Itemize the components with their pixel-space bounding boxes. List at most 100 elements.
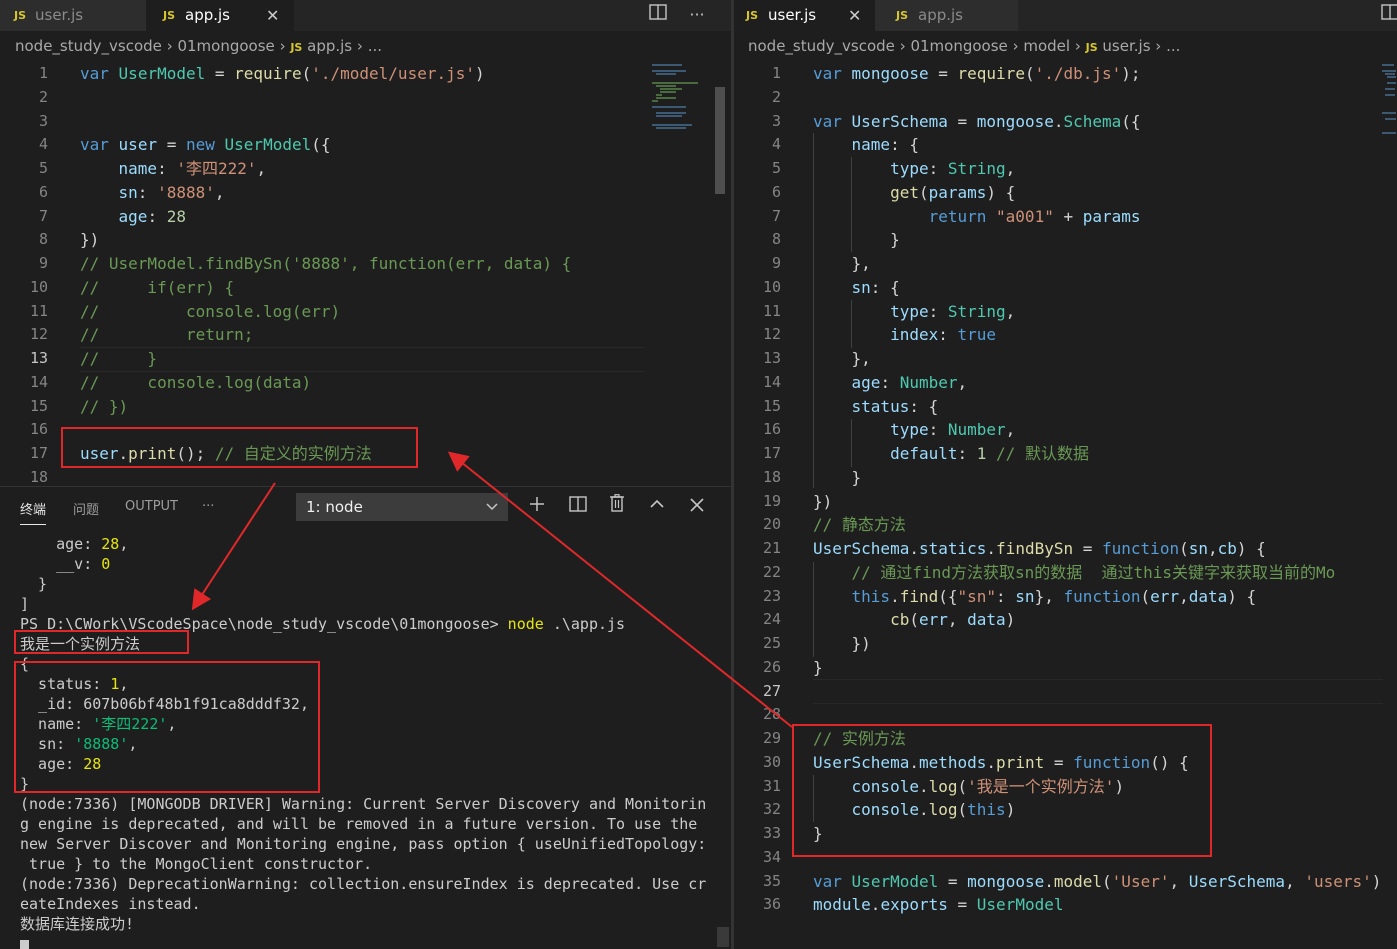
vertical-scrollbar[interactable] <box>713 62 727 195</box>
code-token: , <box>1169 871 1189 891</box>
code-line[interactable]: sn: '8888', <box>80 181 571 205</box>
breadcrumb-item[interactable]: 01mongoose <box>177 37 274 55</box>
code-token: . <box>986 539 997 558</box>
code-line[interactable]: age: 28 <box>80 205 571 229</box>
close-panel-icon[interactable] <box>685 493 709 521</box>
code-line[interactable]: name: '李四222', <box>80 157 571 181</box>
code-line[interactable]: type: Number, <box>813 418 1381 442</box>
more-actions-icon[interactable]: ··· <box>202 499 214 514</box>
close-icon[interactable]: ✕ <box>848 0 861 31</box>
breadcrumb-item[interactable]: ... <box>368 37 382 55</box>
code-line[interactable] <box>80 86 571 110</box>
code-line[interactable]: age: Number, <box>813 371 1381 395</box>
tab-user-js[interactable]: JS user.js ✕ <box>734 0 875 31</box>
code-line[interactable]: default: 1 // 默认数据 <box>813 442 1381 466</box>
breadcrumb-item[interactable]: 01mongoose <box>910 37 1007 55</box>
code-token: } <box>813 657 823 677</box>
code-line[interactable]: get(params) { <box>813 181 1381 205</box>
code-line[interactable]: // 通过find方法获取sn的数据 通过this关键字来获取当前的Mo <box>813 561 1381 585</box>
code-line[interactable]: // console.log(data) <box>80 371 571 395</box>
code-line[interactable]: }) <box>80 228 571 252</box>
code-line[interactable]: // console.log(err) <box>80 300 571 324</box>
terminal-line: (node:7336) [MONGODB DRIVER] Warning: Cu… <box>20 794 710 814</box>
tab-terminal[interactable]: 终端 <box>20 499 47 525</box>
code-line[interactable]: var mongoose = require('./db.js'); <box>813 62 1381 86</box>
breadcrumb-item[interactable]: node_study_vscode <box>15 37 162 55</box>
terminal-select[interactable]: 1: node <box>296 493 508 521</box>
split-editor-icon[interactable] <box>1379 0 1397 31</box>
current-line-highlight <box>813 679 1383 704</box>
code-line[interactable]: index: true <box>813 323 1381 347</box>
close-icon[interactable]: ✕ <box>266 0 279 31</box>
code-line[interactable]: } <box>813 466 1381 490</box>
code-editor[interactable]: 1 2 3 4 5 6 7 8 9 10 11 12 13 14 15 16 17 18 var UserMode… <box>0 62 731 486</box>
code-line[interactable]: type: String, <box>813 157 1381 181</box>
code-line[interactable]: } <box>813 228 1381 252</box>
breadcrumb-item[interactable]: model <box>1023 37 1070 55</box>
code-line[interactable]: // UserModel.findBySn('8888', function(e… <box>80 252 571 276</box>
code-area[interactable]: var UserModel = require('./model/user.js… <box>80 62 571 490</box>
split-editor-icon[interactable] <box>647 0 669 31</box>
add-terminal-icon[interactable] <box>525 493 549 521</box>
breadcrumb-item[interactable]: app.js <box>307 37 352 55</box>
trash-icon[interactable] <box>605 493 629 521</box>
code-line[interactable]: // return; <box>80 323 571 347</box>
tab-user-js[interactable]: JS user.js <box>0 0 146 31</box>
code-token: UserSchema <box>851 111 948 131</box>
tab-app-js[interactable]: JS app.js ✕ <box>146 0 294 31</box>
minimap[interactable] <box>648 62 708 152</box>
code-line[interactable]: UserSchema.statics.findBySn = function(s… <box>813 537 1381 561</box>
line-number: 22 <box>762 562 781 581</box>
maximize-panel-icon[interactable] <box>645 493 669 521</box>
code-line[interactable]: var UserModel = require('./model/user.js… <box>80 62 571 86</box>
code-line[interactable]: return "a001" + params <box>813 205 1381 229</box>
code-token: params <box>1082 206 1141 226</box>
code-line[interactable]: // }) <box>80 395 571 419</box>
code-token: + <box>1053 206 1083 226</box>
minimap[interactable] <box>1380 62 1397 142</box>
code-token: './model/user.js' <box>311 64 475 83</box>
code-line[interactable]: }) <box>813 632 1381 656</box>
code-line[interactable]: } <box>813 656 1381 680</box>
code-line[interactable] <box>813 86 1381 110</box>
code-line[interactable]: name: { <box>813 133 1381 157</box>
code-line[interactable]: type: String, <box>813 300 1381 324</box>
tab-app-js[interactable]: JS app.js <box>875 0 1018 31</box>
split-terminal-icon[interactable] <box>566 493 590 521</box>
code-token: var <box>813 64 842 83</box>
code-line[interactable]: var user = new UserModel({ <box>80 133 571 157</box>
code-line[interactable]: // 静态方法 <box>813 513 1381 537</box>
tab-output[interactable]: OUTPUT <box>125 499 178 514</box>
code-line[interactable]: }) <box>813 490 1381 514</box>
code-line[interactable]: sn: { <box>813 276 1381 300</box>
code-line[interactable]: }, <box>813 252 1381 276</box>
breadcrumb-item[interactable]: ... <box>1166 37 1180 55</box>
terminal-scrollbar[interactable] <box>717 927 729 947</box>
code-line[interactable]: cb(err, data) <box>813 608 1381 632</box>
line-number: 34 <box>762 847 781 866</box>
tab-label: user.js <box>35 6 84 24</box>
chevron-down-icon <box>486 493 498 532</box>
terminal-text: __v: <box>20 555 102 573</box>
code-line[interactable] <box>80 110 571 134</box>
code-token: , <box>1179 586 1189 606</box>
code-line[interactable]: // if(err) { <box>80 276 571 300</box>
code-line[interactable]: var UserModel = mongoose.model('User', U… <box>813 870 1381 894</box>
code-token: sn <box>1188 539 1208 558</box>
code-token: = <box>947 111 977 131</box>
code-line[interactable]: }, <box>813 347 1381 371</box>
code-line[interactable]: module.exports = UserModel <box>813 893 1381 917</box>
code-line[interactable]: this.find({"sn": sn}, function(err,data)… <box>813 585 1381 609</box>
code-line[interactable]: var UserSchema = mongoose.Schema({ <box>813 110 1381 134</box>
breadcrumb-item[interactable]: user.js <box>1102 37 1150 55</box>
code-token: // console.log(err) <box>80 301 341 321</box>
code-token: = <box>947 895 977 915</box>
breadcrumb-item[interactable]: node_study_vscode <box>748 37 895 55</box>
terminal-line: true } to the MongoClient constructor. <box>20 854 710 874</box>
tab-problems[interactable]: 问题 <box>73 499 99 518</box>
code-token: }) <box>80 230 100 250</box>
more-actions-icon[interactable]: ··· <box>686 0 708 31</box>
terminal-text: ] <box>20 595 30 613</box>
code-line[interactable]: status: { <box>813 395 1381 419</box>
